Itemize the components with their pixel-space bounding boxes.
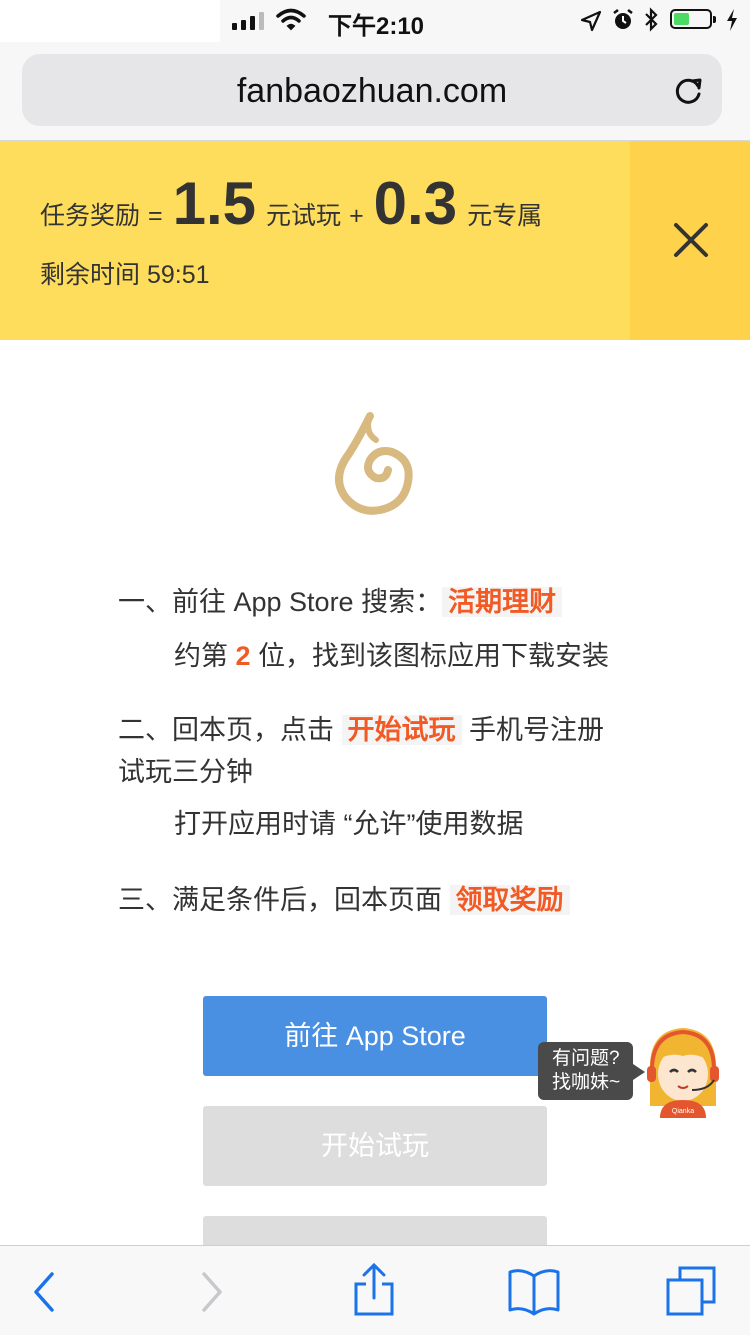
reward-label: 任务奖励 [40,202,141,230]
close-icon[interactable] [672,221,710,259]
wifi-icon [276,8,306,31]
status-time: 下午2:10 [328,13,425,40]
step-3-text: 三、满足条件后，回本页面 [118,885,442,915]
signal-icon [232,12,264,30]
equals-sign: = [148,202,163,230]
step-1-rank: 约第 2 位，找到该图标应用下载安装 [174,634,609,673]
remaining-countdown: 59:51 [146,261,210,289]
bluetooth-icon [645,7,658,32]
banner-close-area[interactable] [630,141,750,340]
step-1-rank-number: 2 [235,641,251,671]
forward-icon[interactable] [196,1262,226,1318]
step-2-keyword: 开始试玩 [341,715,462,745]
exclusive-amount: 0.3 [373,170,458,237]
status-bar: 下午2:10 [0,0,750,42]
address-bar[interactable]: fanbaozhuan.com [22,54,722,126]
tabs-icon[interactable] [664,1262,720,1318]
url-text[interactable]: fanbaozhuan.com [22,72,722,111]
back-icon[interactable] [30,1262,60,1318]
step-2-note: 打开应用时请 “允许”使用数据 [174,809,524,839]
exclusive-unit: 元专属 [467,202,543,230]
browser-address-area: fanbaozhuan.com [0,42,750,141]
alarm-icon [613,9,633,29]
charging-icon [727,9,737,31]
reward-banner: 任务奖励 = 1.5 元试玩 + 0.3 元专属 剩余时间 59:51 [0,141,750,340]
bookmarks-icon[interactable] [506,1262,562,1318]
reload-icon[interactable] [670,72,706,108]
status-bar-blank [0,0,220,42]
step-2: 二、回本页，点击 开始试玩 手机号注册 [118,708,604,747]
step-1-keyword: 活期理财 [442,587,563,617]
step-3: 三、满足条件后，回本页面 领取奖励 [118,878,570,917]
step-1-rank-suffix: 位，找到该图标应用下载安装 [258,641,610,671]
step-2-text: 二、回本页，点击 [118,715,334,745]
start-trial-button[interactable]: 开始试玩 [203,1106,547,1186]
step-2-line2: 试玩三分钟 [118,757,253,787]
step-2-suffix: 手机号注册 [469,715,605,745]
app-logo [335,412,413,515]
step-1-text: 一、前往 App Store 搜索： [118,587,443,617]
help-bubble[interactable]: 有问题? 找咖妹~ [538,1042,645,1100]
help-line-1: 有问题? [552,1048,620,1069]
step-1-rank-prefix: 约第 [174,641,228,671]
goto-appstore-button[interactable]: 前往 App Store [203,996,547,1076]
safari-toolbar [0,1245,750,1335]
plus-sign: + [349,202,364,230]
share-icon[interactable] [352,1262,396,1318]
trial-unit: 元试玩 [266,202,342,230]
step-3-keyword: 领取奖励 [449,885,570,915]
helper-avatar[interactable]: Qianka [644,1024,722,1118]
help-line-2: 找咖妹~ [552,1072,621,1093]
helper-badge: Qianka [672,1108,694,1115]
battery-level [674,13,690,25]
remaining-time: 剩余时间 59:51 [40,255,210,291]
reward-summary: 任务奖励 = 1.5 元试玩 + 0.3 元专属 [40,169,542,238]
battery-icon [670,9,716,29]
remaining-label: 剩余时间 [40,261,141,289]
location-icon [580,10,602,32]
trial-amount: 1.5 [172,170,257,237]
step-1: 一、前往 App Store 搜索： 活期理财 [118,580,563,619]
